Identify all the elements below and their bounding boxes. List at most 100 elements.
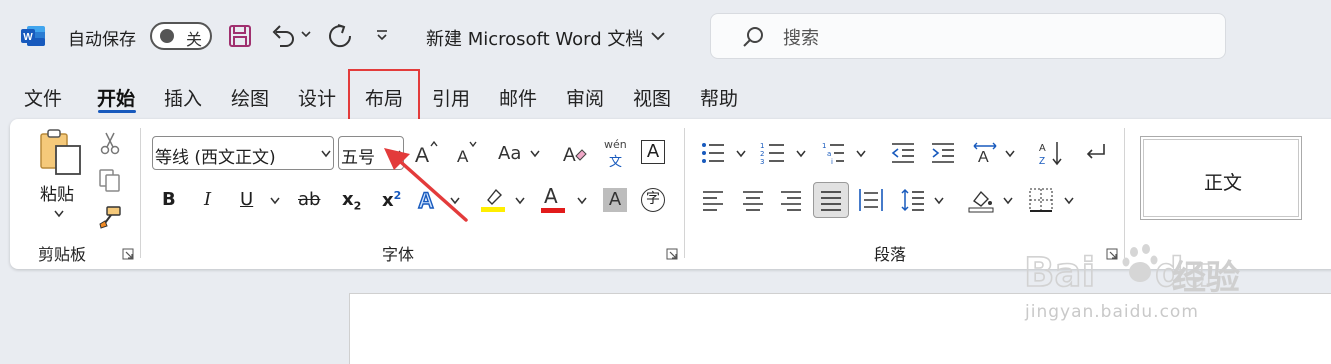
svg-text:Z: Z <box>1039 156 1045 166</box>
font-color-button[interactable]: A <box>544 184 558 208</box>
chevron-down-icon[interactable] <box>934 197 944 205</box>
chevron-down-icon[interactable] <box>530 150 540 158</box>
font-size-value: 五号 <box>341 148 375 168</box>
shading-icon[interactable] <box>968 187 994 213</box>
svg-text:A: A <box>1039 143 1046 154</box>
underline-button[interactable]: U <box>240 189 253 210</box>
italic-button[interactable]: I <box>204 189 211 210</box>
change-case-button[interactable]: Aa <box>498 143 521 164</box>
subscript-mark: 2 <box>353 199 362 213</box>
watermark-brand-text: 经验 <box>1172 258 1240 298</box>
subscript-button[interactable]: x2 <box>342 189 361 213</box>
character-shading-button[interactable]: A <box>603 188 627 212</box>
borders-icon[interactable] <box>1028 187 1054 213</box>
paste-icon[interactable] <box>38 128 84 176</box>
line-spacing-icon[interactable] <box>900 187 926 213</box>
search-placeholder: 搜索 <box>783 28 819 49</box>
enclose-characters-button[interactable]: 字 <box>641 188 665 212</box>
svg-text:W: W <box>23 32 33 43</box>
font-color-swatch <box>541 208 565 213</box>
decrease-indent-icon[interactable] <box>890 140 916 166</box>
tab-draw[interactable]: 绘图 <box>231 84 269 111</box>
strikethrough-button[interactable]: ab <box>298 189 320 210</box>
character-border-button[interactable]: A <box>641 140 665 164</box>
bullets-icon[interactable] <box>700 140 726 166</box>
chevron-down-icon[interactable] <box>515 197 525 205</box>
paragraph-group-label: 段落 <box>874 245 907 264</box>
style-card-frame: 正文 <box>1143 139 1299 217</box>
svg-text:1: 1 <box>822 142 826 150</box>
toggle-knob <box>160 29 174 43</box>
highlighter-icon[interactable] <box>480 186 506 212</box>
svg-text:A: A <box>978 149 989 166</box>
tab-review[interactable]: 审阅 <box>566 84 604 111</box>
redo-icon[interactable] <box>326 22 354 50</box>
phonetic-guide-pinyin[interactable]: wén <box>604 138 627 151</box>
chevron-down-icon[interactable] <box>270 197 280 205</box>
save-icon[interactable] <box>228 24 252 48</box>
chevron-down-icon[interactable] <box>1064 197 1074 205</box>
active-tab-indicator <box>98 110 136 113</box>
chevron-down-icon[interactable] <box>577 197 587 205</box>
chevron-down-icon[interactable] <box>736 150 746 158</box>
align-left-icon[interactable] <box>700 187 726 213</box>
align-right-icon[interactable] <box>778 187 804 213</box>
tab-references[interactable]: 引用 <box>432 84 470 111</box>
tab-file[interactable]: 文件 <box>24 84 62 111</box>
annotation-arrow <box>384 148 468 222</box>
cut-icon[interactable] <box>97 130 123 156</box>
numbering-icon[interactable]: 123 <box>760 140 786 166</box>
document-title[interactable]: 新建 Microsoft Word 文档 <box>426 25 643 51</box>
show-paragraph-marks-icon[interactable] <box>1082 140 1108 166</box>
search-icon <box>743 27 763 47</box>
paste-label[interactable]: 粘贴 <box>40 180 74 205</box>
chevron-down-icon[interactable] <box>1003 197 1013 205</box>
bold-button[interactable]: B <box>162 189 176 210</box>
autosave-label: 自动保存 <box>68 30 136 50</box>
justify-icon[interactable] <box>818 187 844 213</box>
dialog-launcher-icon[interactable] <box>666 248 678 260</box>
font-name-value: 等线 (西文正文) <box>155 148 276 168</box>
word-app-icon: W <box>21 26 45 46</box>
copy-icon[interactable] <box>97 167 123 193</box>
sort-icon[interactable]: AZ <box>1038 140 1064 166</box>
svg-text:i: i <box>831 158 833 166</box>
font-name-combobox[interactable]: 等线 (西文正文) <box>152 136 334 170</box>
tab-design[interactable]: 设计 <box>298 84 336 111</box>
tab-help[interactable]: 帮助 <box>700 84 738 111</box>
svg-text:Bai: Bai <box>1024 250 1095 296</box>
svg-text:3: 3 <box>760 158 764 166</box>
chevron-down-icon[interactable] <box>54 210 64 218</box>
chevron-down-icon[interactable] <box>321 150 331 158</box>
chevron-down-icon[interactable] <box>796 150 806 158</box>
clear-formatting-icon[interactable]: A <box>562 140 588 166</box>
distributed-icon[interactable] <box>858 187 884 213</box>
clipboard-group-label: 剪贴板 <box>38 245 87 264</box>
style-normal[interactable]: 正文 <box>1140 136 1302 220</box>
multilevel-list-icon[interactable]: 1ai <box>822 140 848 166</box>
dialog-launcher-icon[interactable] <box>122 248 134 260</box>
chevron-down-icon[interactable] <box>1005 150 1015 158</box>
group-separator <box>684 128 685 258</box>
svg-text:2: 2 <box>760 150 764 158</box>
svg-text:1: 1 <box>760 142 764 150</box>
tab-home[interactable]: 开始 <box>97 84 135 111</box>
search-box[interactable]: 搜索 <box>710 13 1226 59</box>
tab-insert[interactable]: 插入 <box>164 84 202 111</box>
tab-mailings[interactable]: 邮件 <box>499 84 537 111</box>
format-painter-icon[interactable] <box>97 204 123 230</box>
layout-tab-highlight-box <box>348 69 420 122</box>
increase-indent-icon[interactable] <box>930 140 956 166</box>
font-group-label: 字体 <box>382 245 415 264</box>
tab-view[interactable]: 视图 <box>633 84 671 111</box>
align-center-icon[interactable] <box>740 187 766 213</box>
autosave-toggle[interactable]: 关 <box>150 22 212 50</box>
undo-icon[interactable] <box>270 22 296 50</box>
svg-text:A: A <box>563 145 576 166</box>
phonetic-guide-char[interactable]: 文 <box>609 151 622 170</box>
chevron-down-icon[interactable] <box>300 28 312 40</box>
customize-toolbar-icon[interactable] <box>374 28 390 44</box>
text-direction-icon[interactable]: A <box>972 140 998 166</box>
chevron-down-icon[interactable] <box>650 30 666 42</box>
chevron-down-icon[interactable] <box>856 150 866 158</box>
